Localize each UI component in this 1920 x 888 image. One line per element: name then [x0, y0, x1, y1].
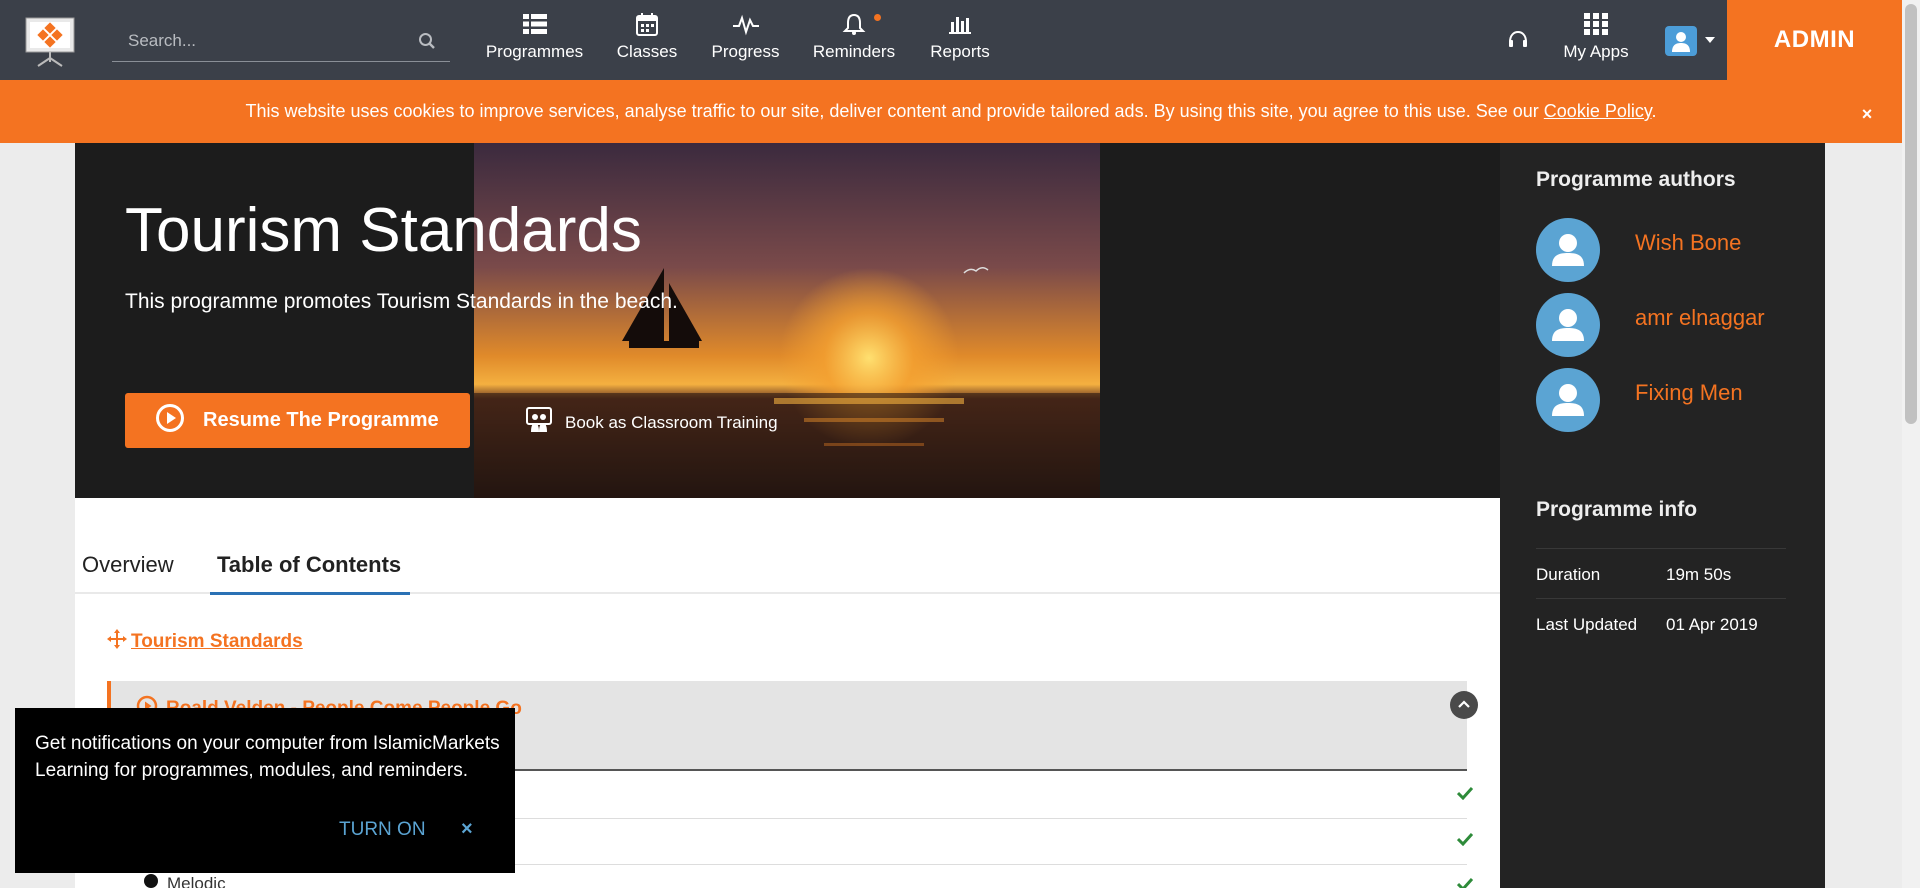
chevron-up-icon [1458, 700, 1470, 708]
bar-chart-icon [928, 12, 992, 38]
author-name[interactable]: Wish Bone [1635, 230, 1741, 256]
apps-grid-icon [1560, 12, 1632, 38]
cookie-close-button[interactable]: × [1855, 102, 1879, 126]
info-value: 01 Apr 2019 [1666, 615, 1758, 634]
check-icon [1456, 877, 1474, 888]
search-input[interactable] [112, 20, 450, 61]
nav-classes[interactable]: Classes [612, 12, 682, 68]
my-apps-button[interactable]: My Apps [1560, 12, 1632, 68]
programme-hero: Tourism Standards This programme promote… [75, 143, 1500, 498]
move-icon [107, 629, 127, 655]
lesson-title: Melodic [167, 874, 226, 888]
notification-prompt: Get notifications on your computer from … [15, 708, 515, 873]
search-icon[interactable] [418, 32, 436, 55]
author-item[interactable]: Wish Bone [1536, 218, 1741, 282]
collapse-button[interactable] [1450, 691, 1478, 719]
notification-close-button[interactable]: × [461, 818, 473, 841]
info-key: Last Updated [1536, 615, 1638, 634]
turn-on-button[interactable]: TURN ON [339, 819, 426, 841]
nav-reports-label: Reports [930, 42, 990, 61]
notification-dot [874, 14, 881, 21]
tab-table-of-contents[interactable]: Table of Contents [217, 552, 401, 578]
timeline-bullet [144, 874, 158, 888]
authors-heading: Programme authors [1536, 168, 1736, 191]
toc-root-label: Tourism Standards [131, 631, 303, 652]
user-avatar-button[interactable] [1665, 26, 1697, 56]
author-item[interactable]: amr elnaggar [1536, 293, 1765, 357]
list-grid-icon [482, 12, 587, 38]
nav-programmes-label: Programmes [485, 42, 584, 61]
classroom-icon [525, 406, 553, 439]
info-row-duration: Duration 19m 50s [1536, 548, 1786, 598]
resume-programme-button[interactable]: Resume The Programme [125, 393, 470, 448]
avatar [1536, 293, 1600, 357]
tab-bar: Overview Table of Contents [75, 520, 1500, 595]
play-circle-icon [155, 403, 185, 439]
cookie-text: This website uses cookies to improve ser… [0, 101, 1902, 122]
calendar-icon [612, 12, 682, 38]
avatar [1536, 218, 1600, 282]
author-name[interactable]: Fixing Men [1635, 380, 1743, 406]
programme-sidebar: Programme authors Wish Bone amr elnaggar… [1500, 143, 1825, 888]
nav-classes-label: Classes [616, 42, 678, 61]
admin-button[interactable]: ADMIN [1727, 0, 1902, 80]
check-icon [1456, 832, 1474, 851]
user-icon [1552, 384, 1584, 416]
search-box [112, 20, 450, 62]
nav-reminders[interactable]: Reminders [812, 12, 896, 68]
resume-programme-label: Resume The Programme [203, 409, 439, 431]
nav-progress-label: Progress [711, 42, 780, 61]
programme-title: Tourism Standards [125, 196, 642, 265]
cookie-banner: This website uses cookies to improve ser… [0, 80, 1902, 143]
avatar [1536, 368, 1600, 432]
cookie-message: This website uses cookies to improve ser… [245, 101, 1544, 121]
info-value: 19m 50s [1666, 565, 1732, 584]
bell-icon [812, 12, 896, 38]
chevron-down-icon[interactable] [1705, 37, 1715, 43]
headset-icon [1500, 28, 1536, 54]
top-navbar: Programmes Classes Progress Reminders Re… [0, 0, 1920, 80]
book-classroom-label: Book as Classroom Training [565, 412, 778, 432]
info-row-last-updated: Last Updated 01 Apr 2019 [1536, 598, 1786, 648]
logo[interactable] [24, 16, 76, 68]
info-key: Duration [1536, 565, 1601, 584]
support-button[interactable] [1500, 28, 1536, 84]
info-heading: Programme info [1536, 498, 1698, 521]
cookie-policy-link[interactable]: Cookie Policy [1544, 101, 1652, 121]
active-tab-indicator [210, 592, 410, 595]
tab-overview[interactable]: Overview [82, 552, 174, 578]
nav-reports[interactable]: Reports [928, 12, 992, 68]
toc-root-link[interactable]: Tourism Standards [107, 629, 303, 655]
user-icon [1552, 309, 1584, 341]
nav-progress[interactable]: Progress [708, 12, 783, 68]
cookie-suffix: . [1651, 101, 1657, 121]
user-icon [1672, 32, 1690, 52]
user-icon [1552, 234, 1584, 266]
book-classroom-button[interactable]: Book as Classroom Training [525, 406, 778, 439]
notification-message: Get notifications on your computer from … [35, 733, 500, 781]
check-icon [1456, 786, 1474, 805]
pulse-icon [708, 12, 783, 38]
nav-programmes[interactable]: Programmes [482, 12, 587, 68]
author-item[interactable]: Fixing Men [1536, 368, 1743, 432]
scrollbar-thumb[interactable] [1905, 4, 1917, 424]
my-apps-label: My Apps [1563, 42, 1629, 61]
nav-reminders-label: Reminders [812, 42, 896, 61]
programme-description: This programme promotes Tourism Standard… [125, 290, 678, 313]
author-name[interactable]: amr elnaggar [1635, 305, 1765, 331]
